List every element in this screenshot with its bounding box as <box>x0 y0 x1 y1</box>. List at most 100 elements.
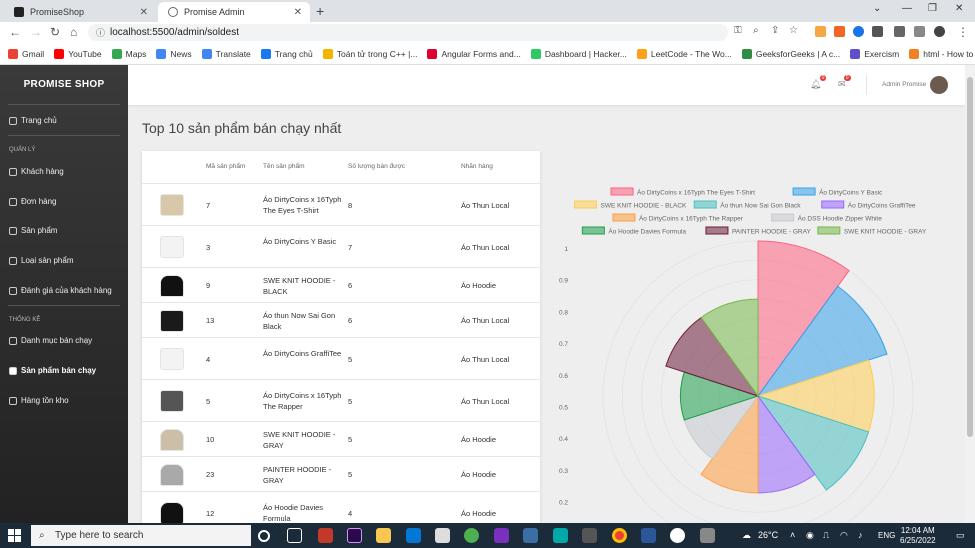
product-name: Áo DirtyCoins Y Basic <box>263 237 337 246</box>
network-icon[interactable]: ⎍ <box>823 530 829 541</box>
sidebar-item-top-categories[interactable]: Danh mục bán chạy <box>9 336 92 345</box>
bookmark-item[interactable]: html - How to use r... <box>909 48 975 59</box>
sidebar-item-customers[interactable]: Khách hàng <box>9 167 64 176</box>
app-icon[interactable] <box>523 528 538 543</box>
bookmark-item[interactable]: GeeksforGeeks | A c... <box>741 48 840 59</box>
app-icon[interactable] <box>700 528 715 543</box>
tab-promiseshop[interactable]: PromiseShop ✕ <box>4 2 156 22</box>
key-icon[interactable]: ⚿ <box>734 25 742 36</box>
tray-app-icon[interactable]: ◉ <box>806 530 814 541</box>
app-icon[interactable] <box>553 528 568 543</box>
section-header-manage: QUẢN LÝ <box>9 147 36 153</box>
profile-avatar[interactable] <box>934 26 945 37</box>
vscode-icon[interactable] <box>406 528 421 543</box>
axis-tick-label: 0.6 <box>559 373 568 380</box>
sidebar-item-product-types[interactable]: Loại sản phẩm <box>9 256 73 265</box>
sidebar-item-orders[interactable]: Đơn hàng <box>9 197 57 206</box>
notification-center-icon[interactable]: ▭ <box>956 530 965 541</box>
scrollbar-thumb[interactable] <box>967 77 973 437</box>
task-view-icon[interactable] <box>287 528 302 543</box>
product-thumbnail <box>160 194 184 216</box>
bookmark-item[interactable]: Toán tử trong C++ |... <box>322 48 417 59</box>
bell-icon[interactable]: 🔔︎ 0 <box>810 75 827 90</box>
messenger-icon[interactable] <box>670 528 685 543</box>
volume-icon[interactable]: ♪ <box>858 530 863 540</box>
chrome-icon[interactable] <box>612 528 627 543</box>
extension-icon[interactable] <box>815 26 826 37</box>
bookmark-item[interactable]: Dashboard | Hacker... <box>530 48 627 59</box>
windows-start-icon[interactable] <box>8 529 21 542</box>
reload-icon[interactable]: ↻ <box>50 25 60 39</box>
menu-kebab-icon[interactable]: ⋮ <box>957 25 969 39</box>
cortana-icon[interactable] <box>258 530 270 542</box>
search-placeholder: Type here to search <box>55 530 144 541</box>
extension-icon[interactable] <box>853 26 864 37</box>
warehouse-icon <box>9 396 17 405</box>
maximize-button[interactable]: ❐ <box>928 3 937 14</box>
reading-list-icon[interactable] <box>894 26 905 37</box>
language-indicator[interactable]: ENG <box>878 531 895 540</box>
sidebar-brand[interactable]: PROMISE SHOP <box>8 65 120 105</box>
product-name: PAINTER HOODIE - GRAY <box>263 464 332 485</box>
sidebar-item-reviews[interactable]: Đánh giá của khách hàng <box>9 286 112 295</box>
bookmark-item[interactable]: Angular Forms and... <box>427 48 521 59</box>
zoom-icon[interactable]: ⌕ <box>753 25 759 36</box>
taskbar-clock[interactable]: 12:04 AM 6/25/2022 <box>900 526 936 546</box>
page-scrollbar[interactable] <box>965 65 975 523</box>
extension-icon[interactable] <box>834 26 845 37</box>
avatar[interactable] <box>930 76 948 94</box>
minimize-button[interactable]: — <box>902 3 912 14</box>
sidebar-item-products[interactable]: Sản phẩm <box>9 226 57 235</box>
bookmark-label: Gmail <box>22 48 45 59</box>
bookmark-item[interactable]: Gmail <box>8 48 45 59</box>
wifi-icon[interactable]: ◠ <box>840 530 848 541</box>
bookmark-item[interactable]: YouTube <box>54 48 102 59</box>
app-icon[interactable] <box>318 528 333 543</box>
navbar-divider <box>866 75 867 95</box>
tray-chevron-icon[interactable]: ˄ <box>790 530 795 540</box>
word-icon[interactable] <box>641 528 656 543</box>
sidebar-item-home[interactable]: Trang chủ <box>9 116 57 125</box>
back-arrow-icon[interactable]: ← <box>9 25 21 39</box>
bookmark-icon <box>111 48 122 59</box>
bookmark-item[interactable]: Exercism <box>850 48 899 59</box>
file-explorer-icon[interactable] <box>376 528 391 543</box>
url-bar[interactable]: ⓘ localhost:5500/admin/soldest <box>88 24 728 41</box>
close-tab-icon[interactable]: ✕ <box>140 7 148 18</box>
product-id: 12 <box>206 508 215 518</box>
close-tab-icon[interactable]: ✕ <box>294 7 302 18</box>
mail-icon[interactable]: ✉ 0 <box>838 75 851 90</box>
sold-quantity: 5 <box>348 354 353 364</box>
sidebar-item-inventory[interactable]: Hàng tồn kho <box>9 396 69 405</box>
home-icon[interactable]: ⌂ <box>70 25 77 39</box>
weather-temp[interactable]: 26°C <box>758 530 778 540</box>
bookmark-item[interactable]: LeetCode - The Wo... <box>636 48 732 59</box>
app-icon[interactable] <box>464 528 479 543</box>
weather-icon[interactable]: ☁ <box>742 530 751 541</box>
bookmark-item[interactable]: Trang chủ <box>260 48 313 59</box>
product-thumbnail <box>160 463 184 486</box>
tab-promise-admin[interactable]: Promise Admin ✕ <box>158 2 310 22</box>
close-window-button[interactable]: ✕ <box>955 3 963 14</box>
star-icon[interactable]: ☆ <box>789 25 798 36</box>
bookmark-item[interactable]: News <box>156 48 192 59</box>
star-icon <box>9 286 17 295</box>
taskbar-search-input[interactable]: ⌕ Type here to search <box>31 525 251 546</box>
bookmark-item[interactable]: Translate <box>201 48 251 59</box>
app-icon[interactable] <box>435 528 450 543</box>
bookmark-item[interactable]: Maps <box>111 48 146 59</box>
visual-studio-icon[interactable] <box>494 528 509 543</box>
legend-label: Áo DirtyCoins x 16Typh The Eyes T-Shirt <box>637 188 755 197</box>
share-icon[interactable]: ⇪ <box>771 25 779 36</box>
sidebar-item-top-products[interactable]: Sản phẩm bán chạy <box>9 366 96 375</box>
premiere-icon[interactable] <box>347 528 362 543</box>
admin-name[interactable]: Admin Promise <box>882 81 926 88</box>
side-panel-icon[interactable] <box>914 26 925 37</box>
chevron-down-icon[interactable]: ⌄ <box>873 3 881 14</box>
new-tab-button[interactable]: + <box>316 3 324 19</box>
site-info-icon[interactable]: ⓘ <box>96 26 105 39</box>
app-icon[interactable] <box>582 528 597 543</box>
puzzle-icon[interactable] <box>872 26 883 37</box>
forward-arrow-icon[interactable]: → <box>30 25 42 39</box>
sold-quantity: 8 <box>348 200 353 210</box>
